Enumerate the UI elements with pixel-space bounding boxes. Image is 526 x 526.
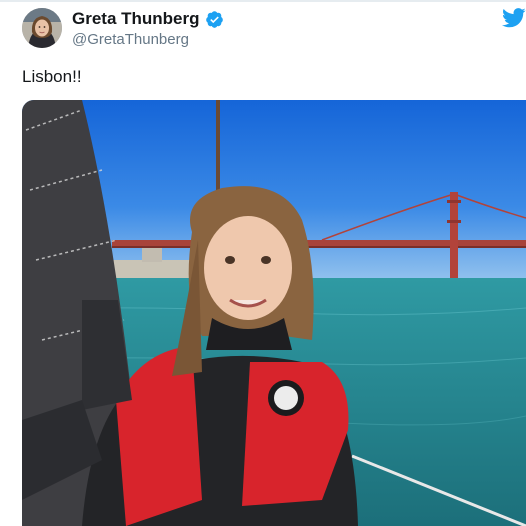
verified-badge-icon <box>205 10 224 29</box>
author-avatar[interactable] <box>22 8 62 48</box>
author-name-row[interactable]: Greta Thunberg <box>72 8 224 30</box>
twitter-bird-icon[interactable] <box>502 8 526 28</box>
tweet-photo[interactable] <box>22 100 526 526</box>
tweet-text: Lisbon!! <box>22 67 82 86</box>
author-display-name[interactable]: Greta Thunberg <box>72 8 200 30</box>
author-handle[interactable]: @GretaThunberg <box>72 31 189 49</box>
top-divider <box>0 0 526 2</box>
